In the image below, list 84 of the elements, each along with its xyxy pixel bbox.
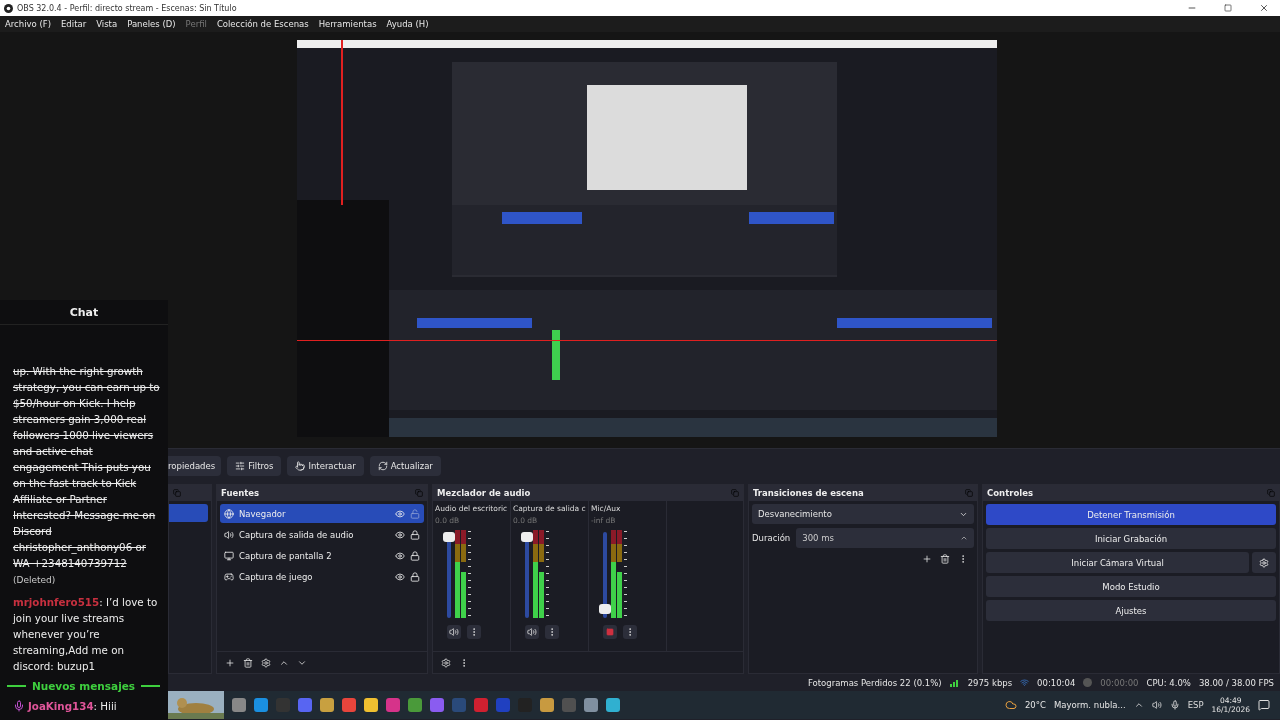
chevron-up-icon[interactable] xyxy=(1133,700,1144,710)
bitrate: 2975 kbps xyxy=(967,677,1013,688)
control-button[interactable]: Detener Transmisión xyxy=(986,504,1276,525)
panel-title: Fuentes xyxy=(221,488,260,498)
chat-message: up. With the right growth strategy, you can earn up to $50/hour on Kick. I help streamers gain 3,000 real followers 1000 live viewers and active chat engagement This puts you on the fast track to Kick Affiliate or Partner Interested? Message me on Discord christopher_anthony06 or WA +2348140739712 (Deleted) xyxy=(13,364,160,587)
spinner-icon xyxy=(960,534,968,542)
window-title: OBS 32.0.4 - Perfil: directo stream - Escenas: Sin Título xyxy=(17,3,238,13)
undock-icon xyxy=(173,489,181,497)
lock-icon[interactable] xyxy=(410,550,420,561)
toolbar-button[interactable]: ropiedades xyxy=(168,455,222,476)
toolbar-button[interactable]: Interactuar xyxy=(287,455,364,476)
speaker-icon[interactable] xyxy=(1151,700,1162,710)
panel-title: Controles xyxy=(987,488,1033,498)
menu-item[interactable]: Archivo (F) xyxy=(5,19,51,29)
speaker-icon[interactable] xyxy=(527,627,537,637)
chat-title: Chat xyxy=(69,305,99,319)
undock-icon xyxy=(415,489,423,497)
toolbar-button[interactable]: Actualizar xyxy=(369,455,441,476)
lock-icon[interactable] xyxy=(410,529,420,540)
control-button[interactable]: Iniciar Cámara Virtual xyxy=(986,552,1249,573)
toolbar-button[interactable]: Filtros xyxy=(227,455,282,476)
stream-icon xyxy=(1020,678,1030,687)
weather-forecast[interactable]: Mayorm. nubla... xyxy=(1053,700,1126,710)
eye-icon[interactable] xyxy=(395,571,405,582)
settings-button[interactable] xyxy=(1252,552,1276,573)
globe-icon xyxy=(224,508,234,519)
panel-title: Mezclador de audio xyxy=(437,488,531,498)
lock-icon[interactable] xyxy=(410,571,420,582)
undock-icon xyxy=(965,489,973,497)
gear-icon xyxy=(1259,557,1269,568)
speaker-icon xyxy=(224,529,234,540)
signal-icon xyxy=(949,678,960,687)
stream-time: 00:10:04 xyxy=(1037,677,1076,688)
trash-icon[interactable] xyxy=(243,657,253,668)
source-item[interactable]: Captura de salida de audio xyxy=(220,525,424,544)
advanced-settings-icon[interactable] xyxy=(441,657,451,668)
control-button[interactable]: Ajustes xyxy=(986,600,1276,621)
speaker-icon[interactable] xyxy=(449,627,459,637)
source-item[interactable]: Navegador xyxy=(220,504,424,523)
duration-field[interactable]: 300 ms xyxy=(796,528,974,548)
microphone-icon[interactable] xyxy=(1169,700,1180,710)
new-messages-divider: Nuevos mensajes xyxy=(31,680,136,692)
maximize-icon[interactable] xyxy=(1224,4,1232,12)
menu-item[interactable]: Herramientas xyxy=(318,19,377,29)
close-icon[interactable] xyxy=(1259,3,1269,13)
monitor-icon xyxy=(224,550,234,561)
control-button[interactable]: Iniciar Grabación xyxy=(986,528,1276,549)
trash-icon[interactable] xyxy=(940,554,950,564)
add-icon[interactable] xyxy=(922,554,932,564)
app-logo-icon xyxy=(4,3,13,13)
panel-title: Transiciones de escena xyxy=(753,488,864,498)
settings-icon[interactable] xyxy=(261,657,271,668)
transition-select[interactable]: Desvanecimiento xyxy=(752,504,974,524)
record-icon xyxy=(1083,678,1093,687)
pointer-icon xyxy=(295,460,306,471)
eye-icon[interactable] xyxy=(395,529,405,540)
source-item[interactable]: Captura de pantalla 2 xyxy=(220,546,424,565)
filter-icon xyxy=(235,460,246,471)
record-time: 00:00:00 xyxy=(1100,677,1139,688)
refresh-icon xyxy=(377,460,388,471)
control-button[interactable]: Modo Estudio xyxy=(986,576,1276,597)
temperature: 20°C xyxy=(1024,700,1046,710)
cpu-usage: CPU: 4.0% xyxy=(1146,677,1191,688)
eye-icon[interactable] xyxy=(395,550,405,561)
chat-message: mrjohnfero515: I’d love to join your live streams whenever you’re streaming,Add me on discord: buzup1 xyxy=(13,595,159,674)
gamepad-icon xyxy=(224,571,234,582)
source-item[interactable]: Captura de juego xyxy=(220,567,424,586)
notifications-icon[interactable] xyxy=(1258,699,1270,711)
language-indicator[interactable]: ESP xyxy=(1187,700,1204,710)
menu-item[interactable]: Vista xyxy=(96,19,118,29)
add-icon[interactable] xyxy=(225,657,235,668)
muted-icon[interactable] xyxy=(606,628,614,636)
undock-icon xyxy=(1267,489,1275,497)
eye-icon[interactable] xyxy=(395,508,405,519)
menu-item[interactable]: Editar xyxy=(61,19,87,29)
chat-message: JoaKing134: Hiii xyxy=(28,699,117,714)
weather-icon xyxy=(1004,699,1017,711)
dropped-frames: Fotogramas Perdidos 22 (0.1%) xyxy=(807,677,942,688)
menu-item[interactable]: Colección de Escenas xyxy=(216,19,309,29)
menu-item[interactable]: Ayuda (H) xyxy=(386,19,429,29)
undock-icon xyxy=(731,489,739,497)
menu-item[interactable]: Paneles (D) xyxy=(127,19,176,29)
duration-label: Duración xyxy=(752,533,791,543)
fps-reading: 38.00 / 38.00 FPS xyxy=(1198,677,1274,688)
